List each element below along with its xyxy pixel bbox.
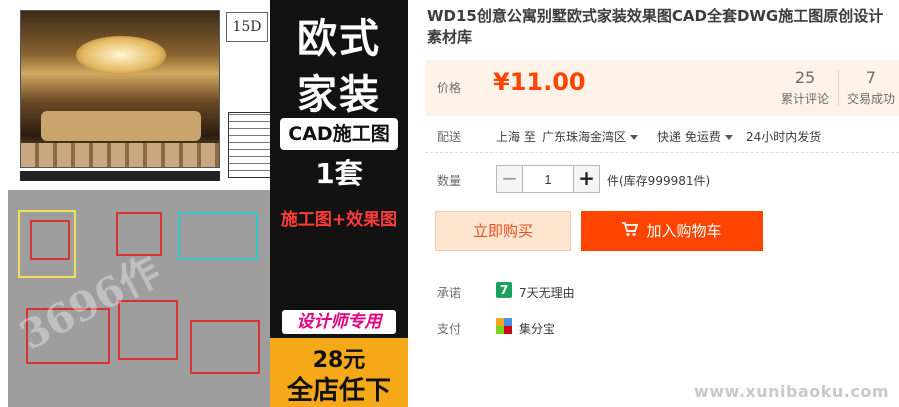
section-divider: [425, 152, 899, 153]
seven-day-return-icon: 7: [496, 282, 512, 298]
promo-title-line2: 家装: [297, 72, 381, 118]
quantity-label: 数量: [437, 174, 462, 188]
stock-text: 件(库存999981件): [607, 174, 711, 188]
floor: [21, 143, 219, 167]
add-to-cart-label: 加入购物车: [646, 222, 722, 240]
promo-store-label: 全店任下: [286, 376, 391, 406]
review-count-number: 25: [794, 68, 816, 87]
chevron-down-icon: [724, 135, 733, 140]
floor-plan-thumbnail: [228, 112, 272, 178]
rendering-caption-bar: [20, 171, 220, 181]
ship-to-selector[interactable]: 广东珠海金湾区: [542, 128, 639, 145]
price-panel: 价格 ¥11.00 25 累计评论 7 交易成功: [425, 60, 899, 116]
stat-divider: [838, 70, 839, 106]
buy-now-button[interactable]: 立即购买: [435, 211, 571, 251]
cad-outline: [30, 220, 70, 260]
add-to-cart-button[interactable]: 加入购物车: [581, 211, 763, 251]
promise-label: 承诺: [437, 286, 462, 300]
price-label: 价格: [437, 81, 462, 95]
promo-banner: 欧式 家装 CAD施工图 1套 施工图+效果图 设计师专用 28元 全店任下: [270, 0, 408, 407]
interior-rendering-image: [20, 10, 220, 168]
review-count-label: 累计评论: [780, 92, 829, 106]
promise-text[interactable]: 7天无理由: [519, 284, 575, 301]
ship-from: 上海 至: [496, 130, 536, 144]
chandelier: [76, 36, 166, 74]
promo-set-label: 1套: [315, 157, 363, 190]
product-image[interactable]: 15D 3696作 欧式 家装 CAD施工图 1套 施工图+效果图 设计师专用 …: [0, 0, 410, 407]
quantity-input[interactable]: [524, 166, 572, 192]
promo-title-line1: 欧式: [297, 16, 381, 62]
promo-price-box: 28元 全店任下: [270, 338, 408, 407]
review-count[interactable]: 25 累计评论: [775, 68, 835, 107]
jifenbao-icon: [496, 318, 512, 334]
shipping-method-selector[interactable]: 快递 免运费: [657, 128, 733, 145]
chevron-down-icon: [630, 135, 639, 140]
rendering-preview: 15D: [8, 0, 272, 190]
cad-outline: [190, 320, 260, 374]
price-value: ¥11.00: [493, 68, 586, 96]
payment-text[interactable]: 集分宝: [519, 320, 555, 337]
product-title: WD15创意公寓别墅欧式家装效果图CAD全套DWG施工图原创设计素材库: [427, 7, 884, 46]
brand-logo: 15D: [226, 12, 268, 42]
dispatch-time: 24小时内发货: [746, 130, 822, 144]
promo-designer-label: 设计师专用: [282, 310, 396, 334]
quantity-minus-button[interactable]: −: [497, 166, 523, 192]
shipping-label: 配送: [437, 130, 462, 144]
product-info: WD15创意公寓别墅欧式家装效果图CAD全套DWG施工图原创设计素材库 价格 ¥…: [425, 0, 899, 407]
quantity-plus-button[interactable]: +: [573, 166, 599, 192]
sales-count-label: 交易成功: [846, 92, 895, 106]
sofa: [41, 111, 201, 141]
promo-combo-label: 施工图+效果图: [280, 210, 398, 230]
cad-drawing-preview: 3696作: [8, 190, 270, 407]
cart-icon: [622, 212, 639, 252]
shipping-method-text: 快递 免运费: [657, 130, 721, 144]
ship-to-text: 广东珠海金湾区: [542, 130, 627, 144]
site-watermark: www.xunibaoku.com: [694, 382, 889, 401]
payment-label: 支付: [437, 322, 462, 336]
quantity-stepper: − +: [496, 165, 600, 193]
promo-cad-label: CAD施工图: [280, 118, 398, 150]
sales-count: 7 交易成功: [843, 68, 899, 107]
sales-count-number: 7: [865, 68, 877, 87]
